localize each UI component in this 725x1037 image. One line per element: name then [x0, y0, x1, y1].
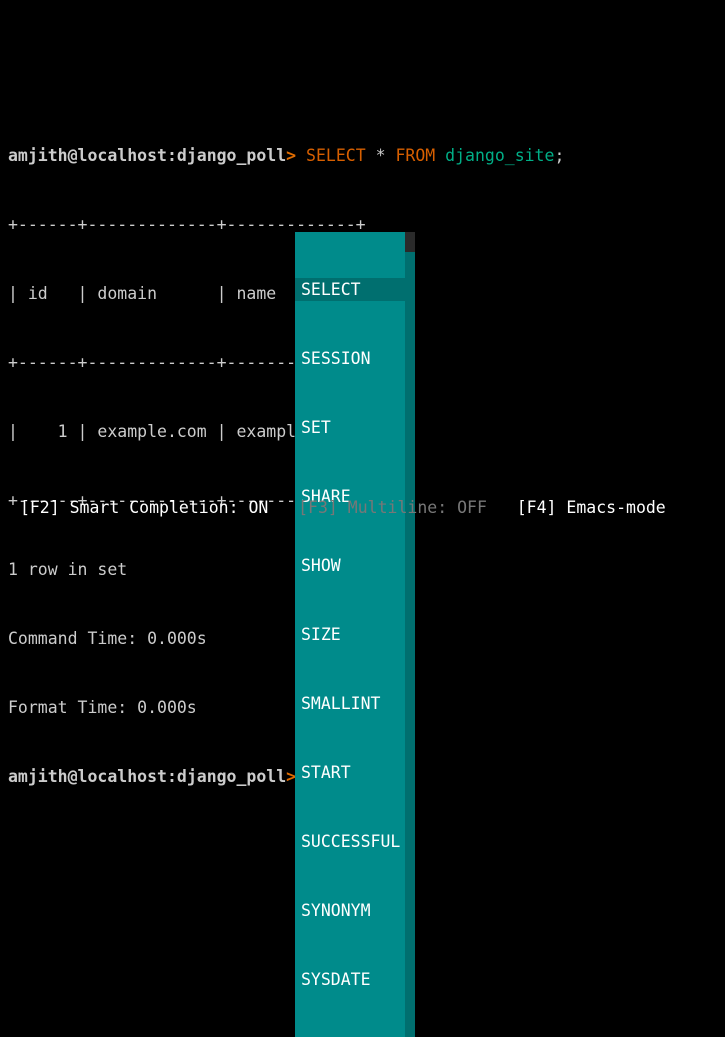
autocomplete-scrollbar-thumb[interactable] [405, 232, 415, 252]
autocomplete-item[interactable]: SHOW [295, 554, 415, 577]
executed-command-line: amjith@localhost:django_poll> SELECT * F… [8, 144, 717, 167]
sql-from-keyword: FROM [395, 146, 435, 165]
autocomplete-scrollbar[interactable] [405, 232, 415, 1037]
autocomplete-item[interactable]: SYNONYM [295, 899, 415, 922]
prompt-user-host: amjith@localhost: [8, 767, 177, 786]
autocomplete-popup[interactable]: SELECT SESSION SET SHARE SHOW SIZE SMALL… [295, 232, 415, 1037]
f3-value: OFF [457, 498, 487, 517]
sql-semicolon: ; [554, 146, 564, 165]
sql-select-keyword: SELECT [306, 146, 366, 165]
f2-key-hint: [F2] [20, 498, 60, 517]
status-bar: [F2] Smart Completion: ON [F3] Multiline… [0, 496, 725, 519]
f3-label: Multiline: [338, 498, 457, 517]
f2-label: Smart Completion: [60, 498, 249, 517]
autocomplete-item[interactable]: SET [295, 416, 415, 439]
autocomplete-item[interactable]: SIZE [295, 623, 415, 646]
autocomplete-item[interactable]: SMALLINT [295, 692, 415, 715]
autocomplete-item[interactable]: START [295, 761, 415, 784]
autocomplete-item[interactable]: SUCCESSFUL [295, 830, 415, 853]
f3-key-hint: [F3] [298, 498, 338, 517]
sql-star: * [376, 146, 386, 165]
sql-table-identifier: django_site [445, 146, 554, 165]
autocomplete-item[interactable]: SYSDATE [295, 968, 415, 991]
autocomplete-item[interactable]: SELECT [295, 278, 415, 301]
f4-key-hint: [F4] [517, 498, 557, 517]
prompt-user-host: amjith@localhost: [8, 146, 177, 165]
f4-label: Emacs-mode [556, 498, 665, 517]
prompt-database: django_poll [177, 146, 286, 165]
prompt-symbol: > [286, 146, 296, 165]
prompt-database: django_poll [177, 767, 286, 786]
f2-value: ON [248, 498, 268, 517]
autocomplete-item[interactable]: SESSION [295, 347, 415, 370]
